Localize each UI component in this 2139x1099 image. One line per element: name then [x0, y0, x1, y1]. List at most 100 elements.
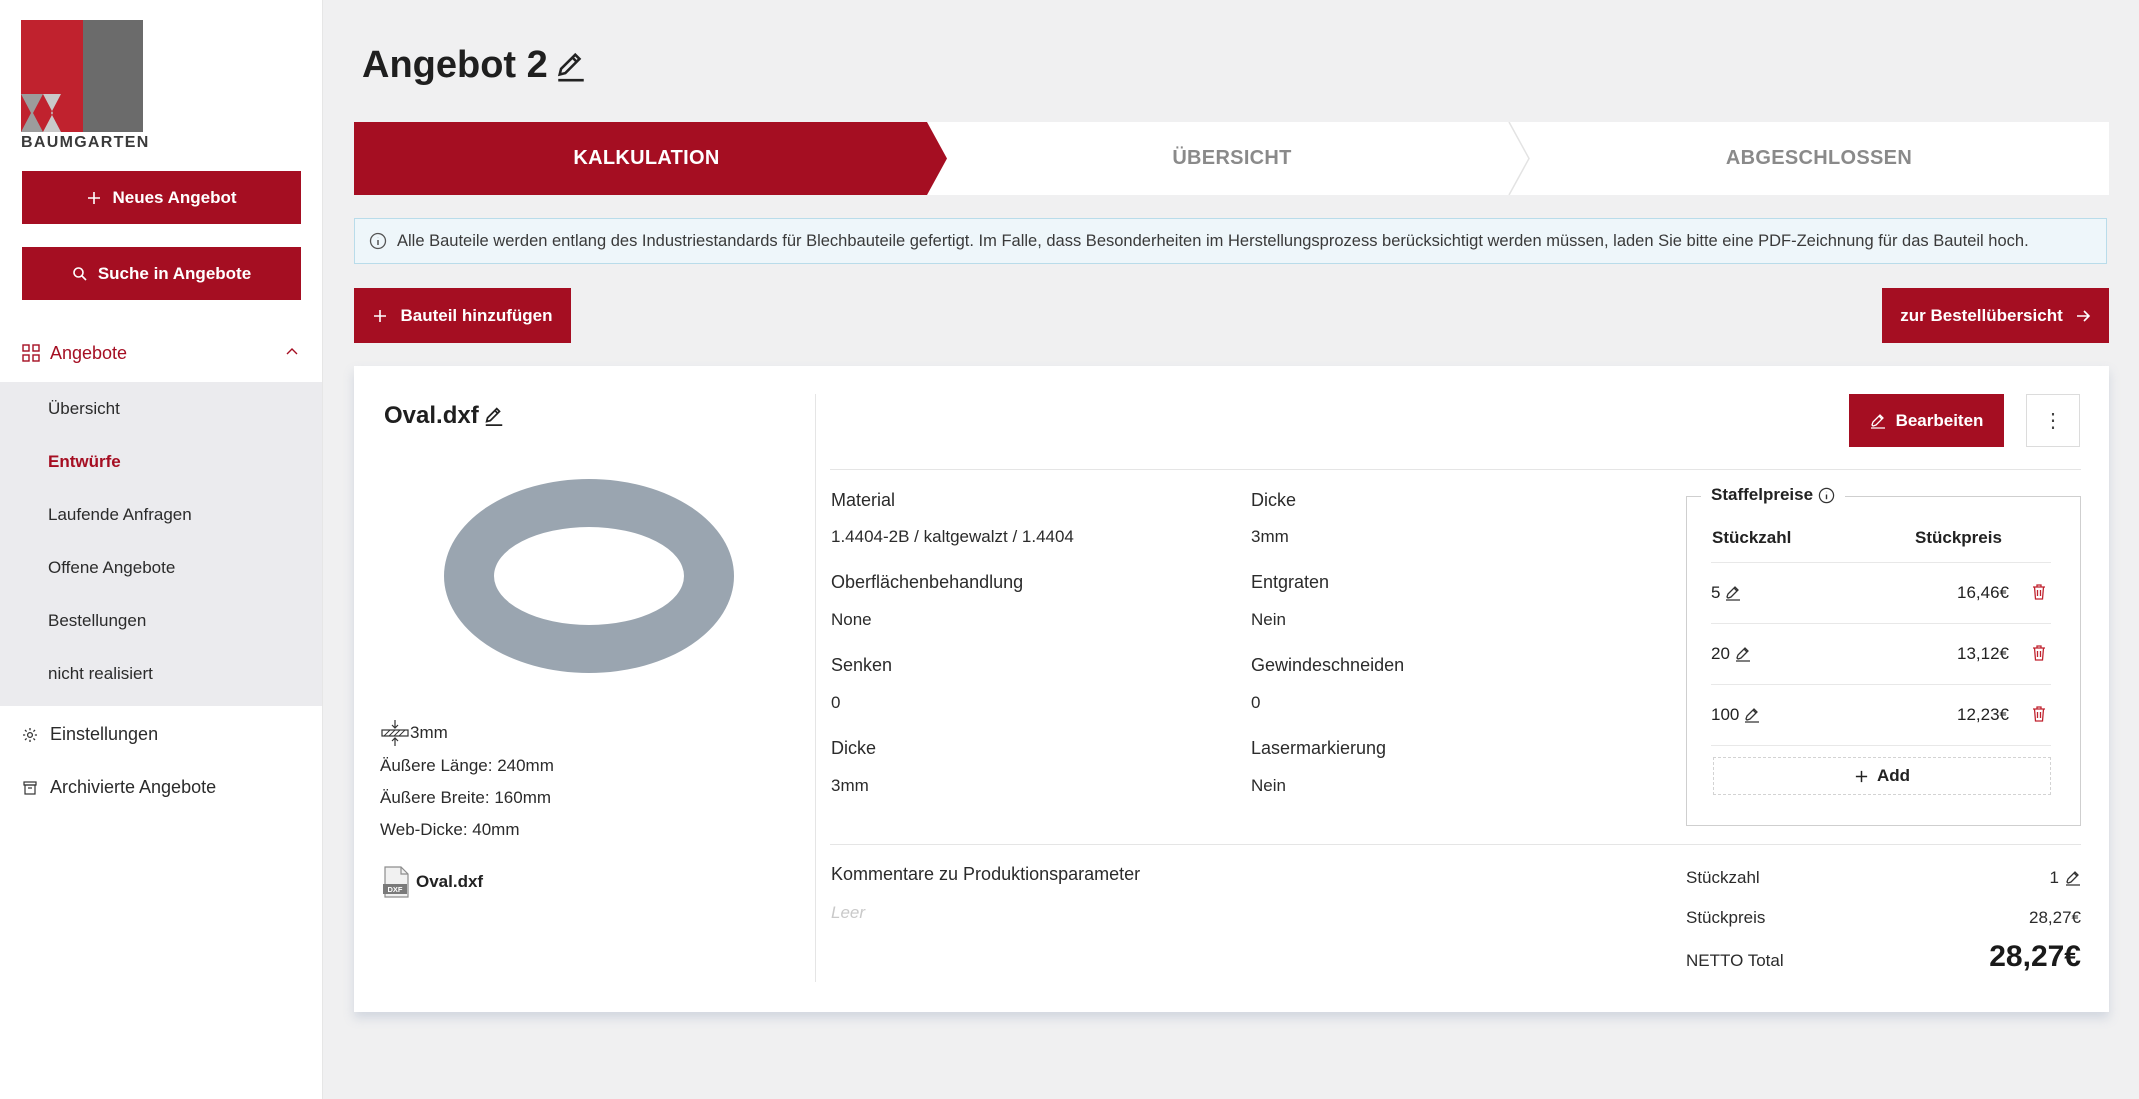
add-part-label: Bauteil hinzufügen — [400, 305, 553, 325]
new-offer-label: Neues Angebot — [112, 187, 237, 207]
subnav-drafts[interactable]: Entwürfe — [48, 452, 121, 472]
param-countersink-value: 0 — [831, 693, 841, 712]
pencil-icon[interactable] — [1744, 707, 1760, 723]
tier-qty-value: 5 — [1711, 583, 1721, 602]
sheet-thickness-icon — [381, 720, 409, 746]
new-offer-button[interactable]: Neues Angebot — [22, 171, 301, 224]
order-overview-button[interactable]: zur Bestellübersicht — [1882, 288, 2109, 343]
brand-name: BAUMGARTEN — [21, 134, 150, 151]
trash-icon[interactable] — [2031, 644, 2047, 662]
trash-icon[interactable] — [2031, 583, 2047, 601]
dxf-file-icon: DXF — [383, 866, 409, 898]
tier-prices-title-text: Staffelpreise — [1711, 485, 1814, 504]
param-surface-value: None — [831, 610, 872, 629]
brand-logo[interactable]: BAUMGARTEN — [21, 20, 148, 154]
param-thickness2-label: Dicke — [831, 738, 877, 758]
param-thickness-value: 3mm — [1251, 527, 1289, 546]
tier-qty[interactable]: 100 — [1711, 705, 1760, 725]
plus-icon — [1855, 770, 1868, 782]
tier-qty-value: 20 — [1711, 644, 1730, 663]
add-tier-label: Add — [1876, 766, 1911, 785]
subnav-orders[interactable]: Bestellungen — [48, 611, 146, 631]
param-thickness-label: Dicke — [1251, 490, 1297, 510]
param-laser-label: Lasermarkierung — [1251, 738, 1387, 758]
info-icon[interactable] — [1818, 487, 1835, 504]
add-part-button[interactable]: Bauteil hinzufügen — [354, 288, 571, 343]
dxf-badge-text: DXF — [388, 885, 403, 894]
pencil-icon[interactable] — [1735, 646, 1751, 662]
param-material-label: Material — [831, 490, 896, 510]
thickness-spec: 3mm — [380, 718, 448, 748]
more-options-button[interactable]: ⋮ — [2026, 394, 2080, 447]
step-completed[interactable]: ABGESCHLOSSEN — [1529, 122, 2109, 195]
param-thickness2-value: 3mm — [831, 776, 869, 795]
param-threading-value: 0 — [1251, 693, 1261, 712]
tier-qty-header: Stückzahl — [1712, 528, 1792, 547]
part-preview[interactable] — [444, 478, 734, 674]
sidebar: BAUMGARTEN Neues Angebot Suche in Angebo… — [0, 0, 323, 1099]
chevron-up-icon — [286, 348, 298, 355]
edit-title-icon[interactable] — [554, 49, 588, 83]
more-options-icon: ⋮ — [2043, 410, 2063, 432]
nav-settings-label: Einstellungen — [50, 724, 159, 744]
add-tier-button[interactable]: Add — [1713, 757, 2051, 795]
tier-qty[interactable]: 5 — [1711, 583, 1741, 603]
summary-qty-value: 1 — [2049, 868, 2059, 887]
edit-part-button[interactable]: Bearbeiten — [1849, 394, 2004, 447]
outer-width-spec: Äußere Breite: 160mm — [380, 788, 552, 807]
arrow-right-icon — [2076, 309, 2090, 322]
tier-qty[interactable]: 20 — [1711, 644, 1751, 664]
pencil-icon[interactable] — [2065, 870, 2081, 886]
param-surface-label: Oberflächenbehandlung — [831, 572, 1024, 592]
tier-price-header: Stückpreis — [1915, 528, 2002, 547]
plus-icon — [88, 191, 101, 204]
summary-total: 28,27€ — [1989, 940, 2081, 973]
nav-offers[interactable]: Angebote — [22, 336, 300, 370]
part-name-text: Oval.dxf — [384, 402, 479, 429]
param-threading-label: Gewindeschneiden — [1251, 655, 1405, 675]
nav-archived-label: Archivierte Angebote — [50, 777, 217, 797]
summary-unit-price: 28,27€ — [2029, 908, 2081, 927]
tier-prices-title: Staffelpreise — [1701, 485, 1846, 505]
subnav-not-realized[interactable]: nicht realisiert — [48, 664, 153, 684]
tier-qty-value: 100 — [1711, 705, 1740, 724]
comments-label: Kommentare zu Produktionsparameter — [831, 864, 1141, 884]
edit-part-label: Bearbeiten — [1895, 410, 1984, 430]
search-icon — [73, 266, 87, 281]
tier-price: 13,12€ — [1957, 644, 2009, 663]
summary-qty[interactable]: 1 — [2050, 868, 2081, 888]
attached-file[interactable]: DXF Oval.dxf — [382, 866, 483, 898]
gear-icon — [23, 727, 37, 742]
param-deburr-label: Entgraten — [1251, 572, 1330, 592]
nav-archived[interactable]: Archivierte Angebote — [22, 777, 216, 798]
progress-stepper: KALKULATION ÜBERSICHT ABGESCHLOSSEN — [354, 122, 2109, 195]
step-overview[interactable]: ÜBERSICHT — [947, 122, 1517, 195]
step-calculation[interactable]: KALKULATION — [354, 122, 939, 195]
info-banner-text: Alle Bauteile werden entlang des Industr… — [397, 231, 2029, 250]
tier-rows-bottom-divider — [1711, 745, 2051, 746]
grid-icon — [22, 344, 40, 362]
part-name: Oval.dxf — [384, 402, 505, 430]
tier-price: 12,23€ — [1957, 705, 2009, 724]
search-offers-button[interactable]: Suche in Angebote — [22, 247, 301, 300]
nav-offers-label: Angebote — [50, 342, 128, 363]
param-material-value: 1.4404-2B / kaltgewalzt / 1.4404 — [831, 527, 1074, 546]
tier-price: 16,46€ — [1957, 583, 2009, 602]
plus-icon — [374, 309, 387, 322]
edit-part-name-icon[interactable] — [483, 405, 505, 427]
thickness-spec-value: 3mm — [410, 723, 448, 742]
tier-row: 5 16,46€ — [1711, 562, 2051, 623]
info-banner: Alle Bauteile werden entlang des Industr… — [354, 218, 2107, 264]
trash-icon[interactable] — [2031, 705, 2047, 723]
tier-prices-box: Staffelpreise Stückzahl Stückpreis 5 16,… — [1686, 485, 2081, 826]
nav-settings[interactable]: Einstellungen — [22, 724, 158, 745]
page-title: Angebot 2 — [362, 44, 588, 87]
comments-placeholder[interactable]: Leer — [831, 903, 865, 923]
param-laser-value: Nein — [1251, 776, 1286, 795]
subnav-overview[interactable]: Übersicht — [48, 399, 120, 419]
pencil-icon[interactable] — [1725, 585, 1741, 601]
archive-icon — [23, 780, 37, 795]
params-divider-top — [830, 469, 2081, 470]
subnav-open-offers[interactable]: Offene Angebote — [48, 558, 175, 578]
subnav-running-requests[interactable]: Laufende Anfragen — [48, 505, 192, 525]
